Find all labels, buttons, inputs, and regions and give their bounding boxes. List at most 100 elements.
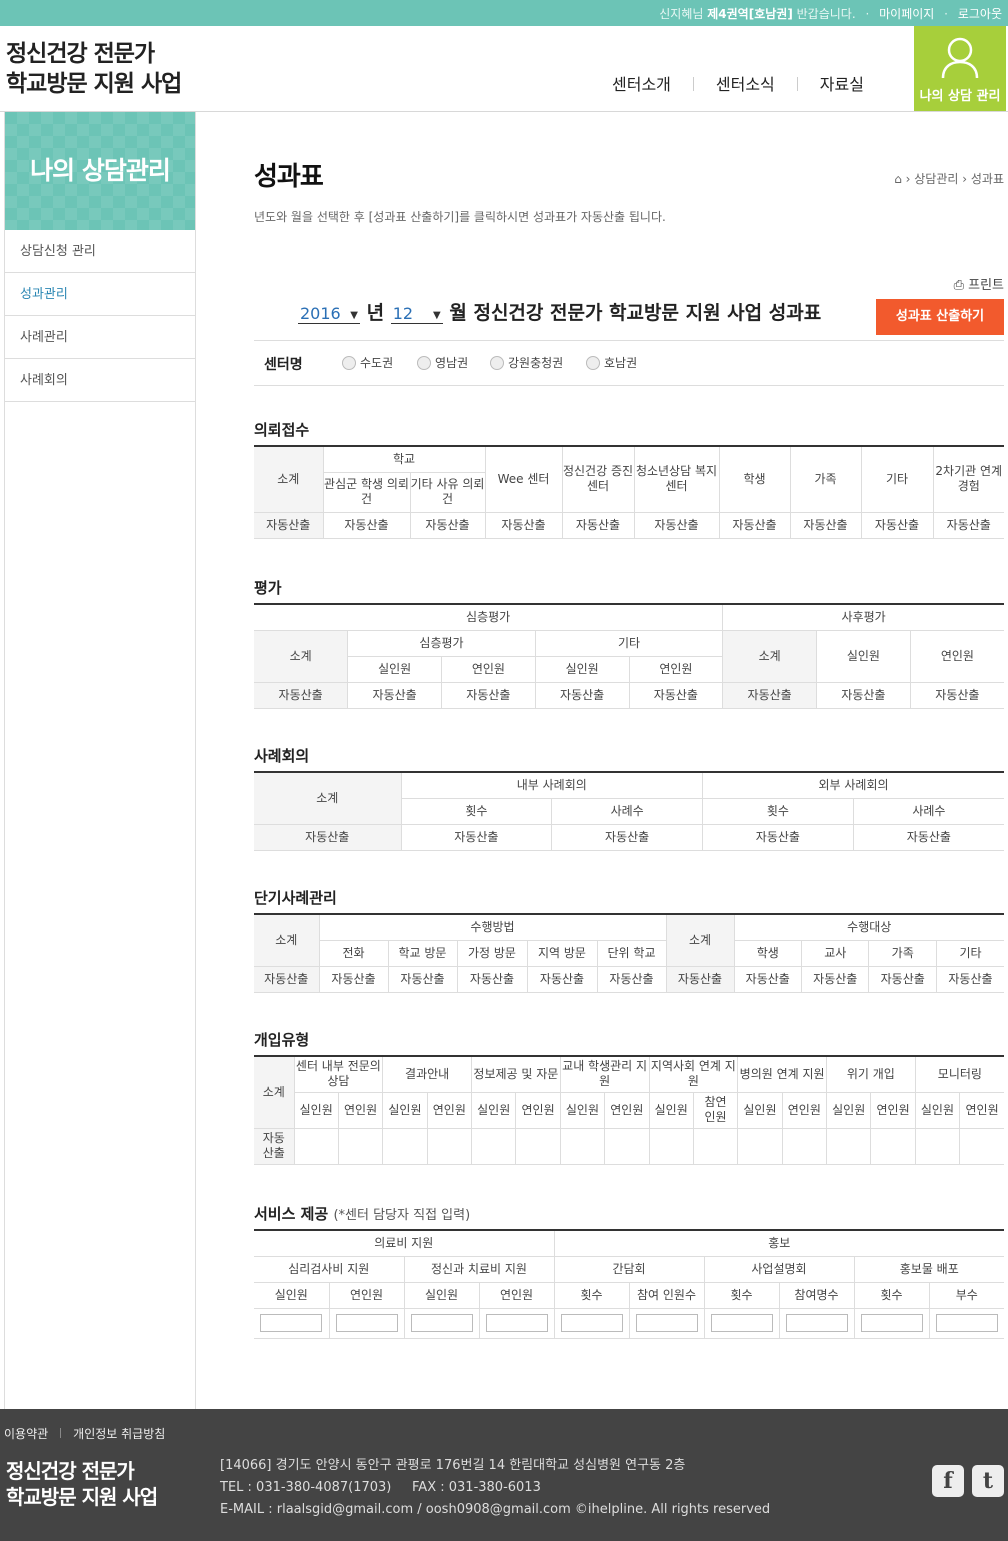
table-cell: 참연 인원: [692, 1091, 739, 1129]
radio-gangwon[interactable]: 강원충청권: [490, 354, 563, 371]
breadcrumb-current: 성과표: [970, 172, 1004, 186]
table-cell: 기타: [935, 939, 1004, 967]
section-title: 사례회의: [254, 747, 310, 765]
table-cell: 실인원: [254, 1281, 330, 1309]
short-case-section: 단기사례관리 소계 수행방법 소계 수행대상 전화 학교 방문 가정 방문 지역 방문…: [254, 888, 1004, 993]
breadcrumb-item[interactable]: 상담관리: [914, 172, 958, 186]
twitter-icon[interactable]: t: [972, 1465, 1004, 1497]
table-cell: 자동산출: [254, 1127, 295, 1165]
sidebar-item-counsel-request[interactable]: 상담신청 관리: [5, 230, 195, 273]
table-cell: 연인원: [604, 1091, 650, 1129]
table-cell: 자동산출: [633, 511, 720, 539]
month-select[interactable]: 12 ▼: [390, 304, 443, 324]
table-cell: 실인원: [382, 1091, 428, 1129]
nav-center-intro[interactable]: 센터소개: [612, 71, 671, 95]
service-input[interactable]: [635, 1314, 698, 1332]
table-cell: 연인원: [781, 1091, 828, 1129]
table-cell: 자동산출: [526, 965, 598, 993]
user-icon: [941, 37, 979, 79]
intervention-section: 개입유형 소계 센터 내부 전문의 상담 결과안내 정보제공 및 자문 교내 학…: [254, 1030, 1004, 1165]
table-cell: 실인원: [470, 1091, 517, 1129]
table-cell: 소계: [254, 445, 324, 513]
service-input[interactable]: [560, 1314, 623, 1332]
greeting-name: 신지혜님: [659, 7, 704, 21]
table-cell: 자동산출: [254, 511, 324, 539]
table-cell: 자동산출: [254, 823, 402, 851]
radio-honam[interactable]: 호남권: [586, 354, 637, 371]
sidebar-item-case-meeting[interactable]: 사례회의: [5, 359, 195, 402]
table-cell: 자동산출: [628, 681, 724, 709]
table-cell: 간담회: [553, 1255, 705, 1283]
page-description: 년도와 월을 선택한 후 [성과표 산출하기]를 클릭하시면 성과표가 자동산출…: [254, 210, 666, 224]
nav-resources[interactable]: 자료실: [820, 71, 864, 95]
table-cell: 자동산출: [722, 681, 817, 709]
logout-link[interactable]: 로그아웃: [958, 7, 1002, 21]
table-cell: 실인원: [294, 1091, 339, 1129]
evaluation-section: 평가 심층평가 사후평가 소계 심층평가 기타 소계 실인원 연인원 실인원 연인…: [254, 578, 1004, 709]
service-input[interactable]: [935, 1314, 998, 1332]
evaluation-table: 심층평가 사후평가 소계 심층평가 기타 소계 실인원 연인원 실인원 연인원 실…: [254, 603, 1004, 709]
table-cell: 자동산출: [318, 965, 389, 993]
sidebar-item-case[interactable]: 사례관리: [5, 316, 195, 359]
radio-sudo[interactable]: 수도권: [342, 354, 393, 371]
footer-address: [14066] 경기도 안양시 동안구 관평로 176번길 14 한림대학교 성…: [220, 1458, 771, 1517]
table-cell: 연인원: [478, 1281, 555, 1309]
mypage-link[interactable]: 마이페이지: [879, 7, 934, 21]
my-counsel-button[interactable]: 나의 상담 관리: [914, 26, 1006, 111]
calculate-button[interactable]: 성과표 산출하기: [876, 299, 1004, 335]
table-cell: 부수: [928, 1281, 1004, 1309]
table-cell: 연인원: [337, 1091, 384, 1129]
sidebar: 나의 상담관리 상담신청 관리 성과관리 사례관리 사례회의: [4, 112, 196, 1409]
print-button[interactable]: ⎙ 프린트: [954, 274, 1004, 293]
service-input[interactable]: [410, 1314, 473, 1332]
section-title: 의뢰접수: [254, 421, 310, 439]
table-cell: [737, 1127, 783, 1165]
site-logo[interactable]: 정신건강 전문가 학교방문 지원 사업: [6, 39, 182, 99]
section-title: 단기사례관리: [254, 889, 337, 907]
table-cell: 횟수: [553, 1281, 630, 1309]
table-cell: 의료비 지원: [254, 1229, 555, 1257]
radio-yeongnam[interactable]: 영남권: [417, 354, 468, 371]
service-input[interactable]: [860, 1314, 923, 1332]
table-cell: 심리검사비 지원: [254, 1255, 405, 1283]
table-cell: [254, 1307, 330, 1339]
table-cell: 실인원: [534, 655, 630, 683]
table-cell: 자동산출: [561, 511, 635, 539]
footer-logo: 정신건강 전문가 학교방문 지원 사업: [6, 1459, 158, 1509]
table-cell: 실인원: [816, 629, 911, 683]
table-cell: 결과안내: [382, 1055, 472, 1093]
table-cell: 사례수: [852, 797, 1004, 825]
table-cell: 교내 학생관리 지원: [559, 1055, 650, 1093]
table-cell: 연인원: [441, 655, 536, 683]
table-cell: 가족: [868, 939, 937, 967]
printer-icon: ⎙: [953, 278, 964, 293]
year-select[interactable]: 2016 ▼: [298, 304, 360, 324]
service-input[interactable]: [785, 1314, 848, 1332]
table-cell: 횟수: [702, 797, 854, 825]
table-cell: 학교: [322, 445, 486, 473]
referral-section: 의뢰접수 소계 학교 Wee 센터 정신건강 증진센터 청소년상담 복지센터 학…: [254, 420, 1004, 539]
table-cell: 병의원 연계 지원: [737, 1055, 827, 1093]
home-icon[interactable]: ⌂: [894, 172, 902, 186]
terms-link[interactable]: 이용약관: [4, 1427, 48, 1441]
table-cell: 단위 학교: [596, 939, 667, 967]
table-cell: 자동산출: [596, 965, 667, 993]
table-cell: 연인원: [328, 1281, 405, 1309]
table-cell: 자동산출: [935, 965, 1004, 993]
table-cell: Wee 센터: [484, 445, 563, 513]
facebook-icon[interactable]: f: [932, 1465, 964, 1497]
table-cell: 연인원: [426, 1091, 473, 1129]
sidebar-item-performance[interactable]: 성과관리: [5, 273, 195, 316]
table-cell: 자동산출: [400, 823, 553, 851]
service-input[interactable]: [710, 1314, 773, 1332]
service-input[interactable]: [260, 1314, 323, 1332]
my-counsel-label: 나의 상담 관리: [919, 89, 1001, 104]
service-input[interactable]: [335, 1314, 398, 1332]
nav-center-news[interactable]: 센터소식: [716, 71, 775, 95]
table-cell: 지역사회 연계 지원: [648, 1055, 739, 1093]
table-cell: 소계: [722, 629, 817, 683]
table-cell: 정신과 치료비 지원: [403, 1255, 555, 1283]
table-cell: [426, 1127, 473, 1165]
service-input[interactable]: [485, 1314, 548, 1332]
privacy-link[interactable]: 개인정보 취급방침: [73, 1427, 165, 1441]
